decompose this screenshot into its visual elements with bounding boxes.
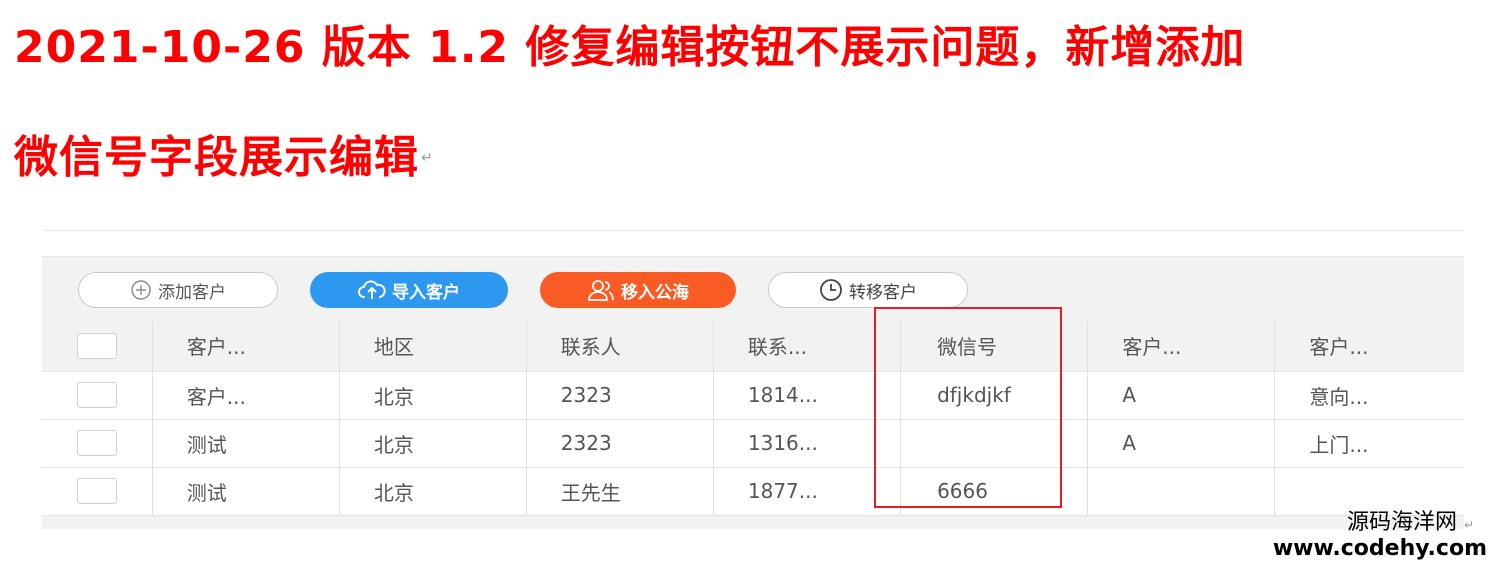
plus-circle-icon bbox=[130, 279, 152, 301]
table-cell: 王先生 bbox=[525, 467, 714, 516]
doc-heading-line1: 2021-10-26 版本 1.2 修复编辑按钮不展示问题，新增添加 bbox=[14, 22, 1245, 74]
column-header[interactable]: 地区 bbox=[338, 321, 527, 372]
table-cell: 1814... bbox=[712, 371, 901, 420]
add-customer-label: 添加客户 bbox=[158, 282, 226, 303]
watermark-url: www.codehy.com bbox=[1272, 536, 1487, 561]
table-row[interactable]: 客户... 北京 2323 1814... dfjkdjkf A 意向... bbox=[42, 371, 1464, 420]
move-to-pool-label: 移入公海 bbox=[621, 282, 689, 303]
table-cell: 客户... bbox=[151, 371, 340, 420]
cloud-upload-icon bbox=[358, 279, 386, 301]
table-cell bbox=[1087, 467, 1275, 516]
watermark: 源码海洋网 www.codehy.com bbox=[1273, 510, 1487, 562]
add-customer-button[interactable]: 添加客户 bbox=[78, 272, 278, 308]
table-cell bbox=[1274, 467, 1464, 516]
row-select-cell bbox=[42, 467, 153, 516]
transfer-customer-button[interactable]: 转移客户 bbox=[768, 272, 968, 308]
doc-heading-line2: 微信号字段展示编辑 ↵ bbox=[14, 132, 434, 184]
column-header[interactable]: 客户... bbox=[151, 321, 340, 372]
clock-icon bbox=[819, 278, 843, 302]
table-row[interactable]: 测试 北京 王先生 1877... 6666 bbox=[42, 467, 1464, 516]
row-checkbox[interactable] bbox=[76, 478, 117, 505]
table-cell: 北京 bbox=[338, 419, 527, 468]
table-cell: 北京 bbox=[338, 467, 527, 516]
row-checkbox[interactable] bbox=[76, 382, 117, 409]
toolbar: 添加客户 导入客户 移入公海 转移客户 bbox=[42, 257, 1464, 321]
import-customer-label: 导入客户 bbox=[392, 282, 460, 303]
select-all-cell bbox=[42, 321, 153, 372]
doc-heading-line2-text: 微信号字段展示编辑 bbox=[14, 132, 419, 183]
import-customer-button[interactable]: 导入客户 bbox=[310, 272, 508, 308]
table-cell: 测试 bbox=[151, 419, 340, 468]
table-header-row: 客户... 地区 联系人 联系... 微信号 客户... 客户... bbox=[42, 321, 1464, 372]
move-to-pool-button[interactable]: 移入公海 bbox=[540, 272, 736, 308]
table-cell: 2323 bbox=[525, 419, 714, 468]
column-header[interactable]: 联系人 bbox=[525, 321, 714, 372]
table-cell: 意向... bbox=[1274, 371, 1464, 420]
table-cell: 上门... bbox=[1274, 419, 1464, 468]
row-select-cell bbox=[42, 419, 153, 468]
row-select-cell bbox=[42, 371, 153, 420]
column-header[interactable]: 客户... bbox=[1087, 321, 1275, 372]
table-cell: 测试 bbox=[151, 467, 340, 516]
paragraph-mark: ↵ bbox=[421, 150, 434, 166]
users-icon bbox=[587, 278, 615, 302]
watermark-site-name: 源码海洋网 bbox=[1346, 510, 1457, 535]
table-cell: A bbox=[1087, 419, 1275, 468]
table-cell: 北京 bbox=[338, 371, 527, 420]
column-header[interactable]: 客户... bbox=[1274, 321, 1464, 372]
row-checkbox[interactable] bbox=[76, 430, 117, 457]
table-cell: 1316... bbox=[712, 419, 901, 468]
column-header[interactable]: 联系... bbox=[712, 321, 901, 372]
transfer-customer-label: 转移客户 bbox=[849, 282, 917, 303]
select-all-checkbox[interactable] bbox=[76, 333, 117, 359]
wechat-column-highlight-box bbox=[874, 307, 1062, 508]
table-cell: A bbox=[1087, 371, 1275, 420]
table-cell: 1877... bbox=[712, 467, 901, 516]
table-row[interactable]: 测试 北京 2323 1316... A 上门... bbox=[42, 419, 1464, 468]
doc-heading-line1-text: 2021-10-26 版本 1.2 修复编辑按钮不展示问题，新增添加 bbox=[14, 22, 1246, 73]
customer-table: 客户... 地区 联系人 联系... 微信号 客户... 客户... 客户...… bbox=[42, 321, 1464, 516]
customer-panel: 添加客户 导入客户 移入公海 转移客户 客户... 地区 联系人 联系... 微… bbox=[42, 256, 1464, 529]
divider bbox=[44, 230, 1464, 231]
table-cell: 2323 bbox=[525, 371, 714, 420]
